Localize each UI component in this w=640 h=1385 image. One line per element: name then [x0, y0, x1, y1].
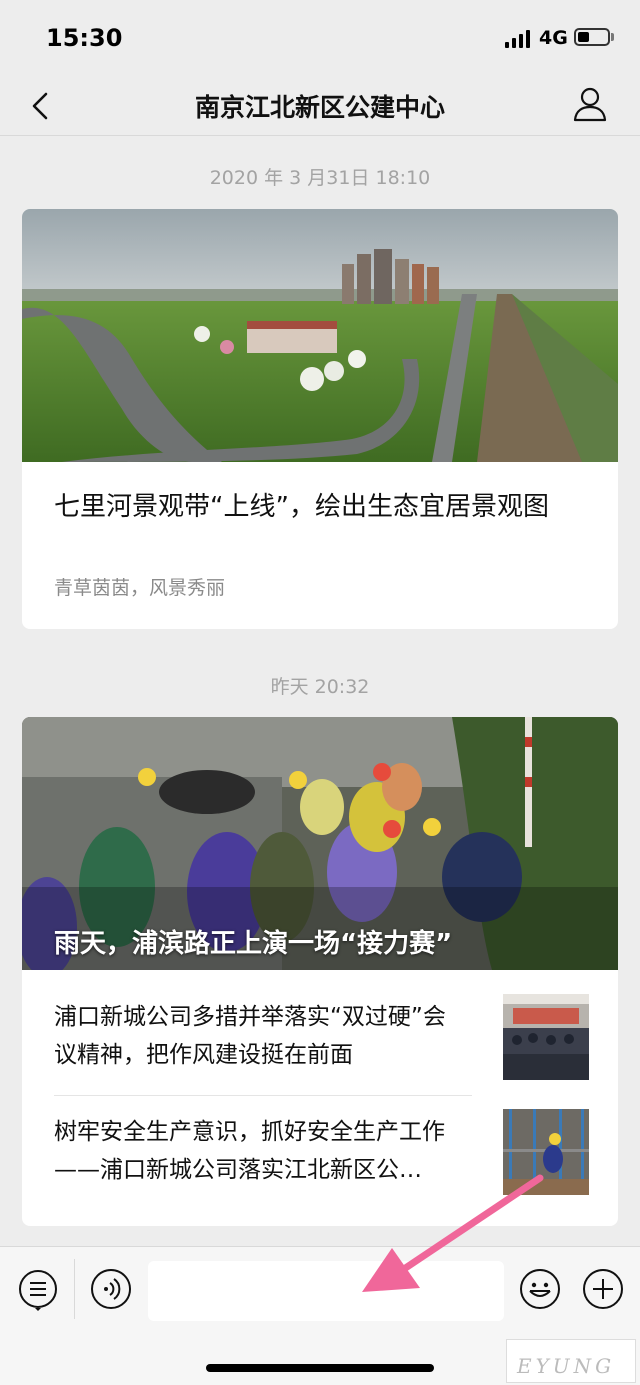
voice-icon[interactable]	[89, 1267, 133, 1311]
home-indicator[interactable]	[206, 1364, 434, 1372]
list-item[interactable]: 浦口新城公司多措并举落实“双过硬”会议精神，把作风建设挺在前面	[54, 994, 589, 1104]
message-timestamp: 2020 年 3 月31日 18:10	[209, 167, 431, 189]
page-title: 南京江北新区公建中心	[194, 93, 445, 122]
status-time: 15:30	[46, 24, 123, 52]
list-item[interactable]: 树牢安全生产意识，抓好安全生产工作——浦口新城公司落实江北新区公…	[54, 1109, 589, 1219]
smiley-icon[interactable]	[518, 1267, 562, 1311]
article-cover-image	[22, 209, 618, 462]
signal-icon	[505, 30, 530, 48]
message-input[interactable]	[148, 1261, 504, 1321]
person-icon[interactable]	[568, 82, 612, 126]
list-divider	[54, 1095, 472, 1096]
list-item-thumbnail	[503, 1109, 589, 1195]
article-digest: 青草茵茵，风景秀丽	[54, 577, 226, 599]
list-item-title: 树牢安全生产意识，抓好安全生产工作——浦口新城公司落实江北新区公…	[54, 1119, 445, 1183]
list-item-thumbnail	[503, 994, 589, 1080]
article-card[interactable]: 七里河景观带“上线”，绘出生态宜居景观图 青草茵茵，风景秀丽	[22, 209, 618, 629]
status-bar: 15:30 4G	[0, 0, 640, 76]
lead-article-title: 雨天，浦滨路正上演一场“接力赛”	[54, 929, 453, 959]
lead-article[interactable]: 雨天，浦滨路正上演一场“接力赛”	[22, 717, 618, 970]
article-title[interactable]: 七里河景观带“上线”，绘出生态宜居景观图	[54, 489, 594, 525]
plus-icon[interactable]	[581, 1267, 625, 1311]
toolbar-divider	[74, 1259, 75, 1319]
battery-icon	[574, 28, 610, 46]
message-timestamp: 昨天 20:32	[270, 676, 370, 698]
watermark-logo: EYUNG	[506, 1339, 636, 1383]
network-type: 4G	[539, 27, 568, 49]
list-item-title: 浦口新城公司多措并举落实“双过硬”会议精神，把作风建设挺在前面	[54, 1004, 446, 1068]
nav-bar: 南京江北新区公建中心	[0, 76, 640, 136]
article-group-card: 雨天，浦滨路正上演一场“接力赛” 浦口新城公司多措并举落实“双过硬”会议精神，把…	[22, 717, 618, 1226]
list-icon[interactable]	[16, 1267, 60, 1311]
battery-tip	[611, 33, 614, 41]
